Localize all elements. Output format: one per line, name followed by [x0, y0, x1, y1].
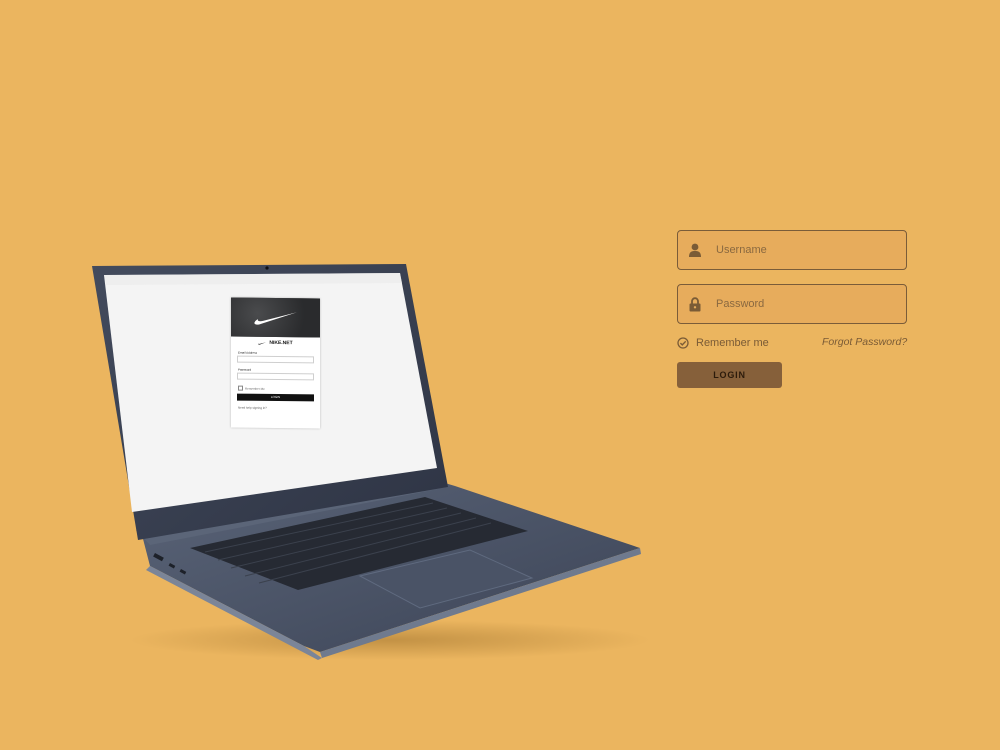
- password-field[interactable]: [677, 284, 907, 324]
- username-input[interactable]: [714, 234, 898, 266]
- laptop-mockup: NIKE.NET Email Address Password Remember…: [0, 0, 1000, 750]
- forgot-password-link[interactable]: Forgot Password?: [822, 336, 907, 348]
- mini-swoosh-icon: [258, 341, 267, 345]
- laptop-screen-remember-label: Remember Me: [245, 386, 265, 391]
- laptop-screen-brand: NIKE.NET: [231, 340, 320, 347]
- swoosh-logo: [253, 311, 297, 325]
- laptop-screen-email-field: [237, 355, 314, 364]
- laptop-screen-remember-row: Remember Me: [238, 385, 320, 392]
- lock-icon: [688, 296, 702, 312]
- laptop-screen-hero: [231, 297, 320, 338]
- login-button[interactable]: LOGIN: [677, 362, 782, 388]
- user-icon: [688, 242, 702, 258]
- laptop-screen-checkbox: [238, 385, 243, 391]
- remember-me-toggle[interactable]: Remember me: [677, 335, 769, 351]
- laptop-screen-login-card: NIKE.NET Email Address Password Remember…: [231, 297, 320, 429]
- laptop-screen-password-field: [237, 372, 314, 381]
- remember-me-label: Remember me: [696, 337, 769, 349]
- password-input[interactable]: [714, 288, 898, 320]
- laptop-illustration: [92, 264, 650, 660]
- check-circle-icon[interactable]: [677, 337, 689, 349]
- laptop-screen-help-text: Need help signing in?: [238, 405, 267, 410]
- laptop-screen-login-button: LOGIN: [237, 393, 314, 402]
- laptop-screen-password-label: Password: [238, 367, 252, 372]
- username-field[interactable]: [677, 230, 907, 270]
- laptop-screen-email-label: Email Address: [238, 350, 258, 355]
- laptop-screen-brand-text: NIKE.NET: [269, 339, 293, 347]
